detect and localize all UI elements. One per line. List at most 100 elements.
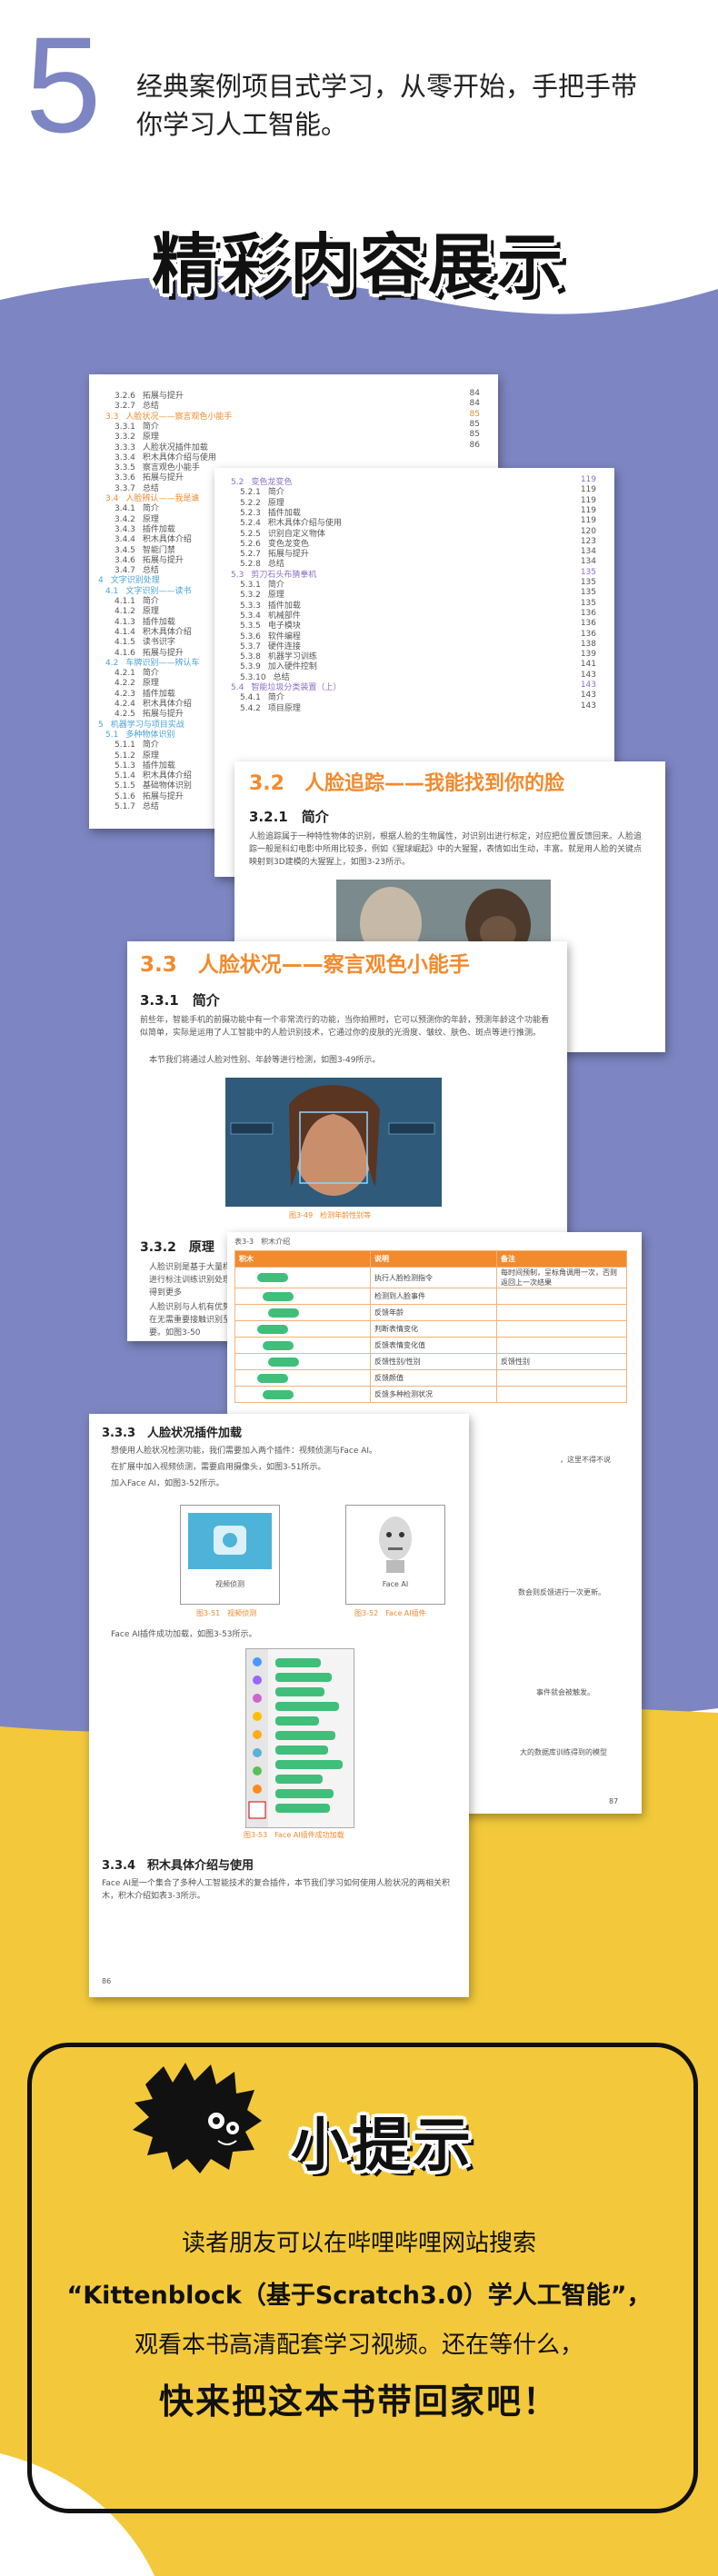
toc-page: 123 xyxy=(580,536,596,546)
block-cell xyxy=(234,1353,371,1370)
note-cell xyxy=(496,1386,627,1403)
block-cell xyxy=(234,1337,371,1354)
table-title: 表3-3 积木介绍 xyxy=(234,1238,291,1246)
toc-page: 119 xyxy=(580,495,596,505)
right-text-4: 大的数据库训练得到的模型 xyxy=(520,1748,607,1756)
header-text-line2: 你学习人工智能。 xyxy=(136,109,348,140)
tip-line-1: 读者朋友可以在哔哩哔哩网站搜索 xyxy=(181,2230,536,2257)
toc-page: 135 xyxy=(580,588,596,598)
table-row: 反馈性别/性别 反馈性别 xyxy=(234,1353,627,1370)
subsection-heading-cut: 3.3.2 原理 xyxy=(140,1240,214,1255)
toc-page: 134 xyxy=(580,547,596,557)
description-cell: 检测到人脸事件 xyxy=(370,1288,497,1305)
page-number: 86 xyxy=(102,1977,112,1985)
note-cell xyxy=(496,1369,627,1387)
description-cell: 判断表情变化 xyxy=(370,1320,497,1338)
block-cell xyxy=(234,1386,371,1403)
figure-caption-3: 图3-53 Face AI插件成功加载 xyxy=(244,1831,344,1839)
toc-page: 85 xyxy=(469,419,480,429)
section-heading: 3.2 人脸追踪——我能找到你的脸 xyxy=(249,772,564,795)
toc-row: 5.4.2 项目原理 143 xyxy=(240,701,596,713)
green-block-icon xyxy=(257,1273,288,1282)
paragraph-3: 加入Face AI，如图3-52所示。 xyxy=(111,1479,224,1488)
video-sensing-card[interactable]: 视频侦测 xyxy=(180,1505,280,1605)
toc-page: 135 xyxy=(580,567,596,577)
face-detection-photo xyxy=(225,1078,442,1207)
intro-paragraph: 人脸追踪属于一种特性物体的识别，根据人脸的生物属性，对识别出进行标定，对应把位置… xyxy=(249,832,643,867)
table-row: 反馈年龄 xyxy=(234,1304,627,1321)
figure-caption: 图3-49 检测年龄性别等 xyxy=(289,1211,372,1219)
toc-title: 总结 xyxy=(142,802,159,811)
green-block-icon xyxy=(263,1340,294,1350)
table-header-desc: 说明 xyxy=(370,1250,497,1268)
page-number: 87 xyxy=(609,1797,619,1805)
table-row: 执行人脸检测指令 每时间预制，呈标角调用一次，否则返回上一次结果 xyxy=(234,1267,627,1288)
block-introduction-table: 积木 说明 备注 执行人脸检测指令 每时间预制，呈标角调用一次，否则返回上一次结果… xyxy=(234,1250,627,1403)
toc-page: 85 xyxy=(469,409,480,419)
subsection-heading: 3.3.1 简介 xyxy=(140,992,220,1009)
plugin-loaded-screenshot xyxy=(245,1648,354,1828)
block-palette-illustration xyxy=(246,1649,343,1827)
toc-page: 143 xyxy=(580,670,596,680)
robot-face-icon xyxy=(379,1517,412,1573)
green-block-icon xyxy=(257,1324,288,1334)
toc-page: 141 xyxy=(580,660,596,670)
note-cell: 反馈性别 xyxy=(496,1353,627,1370)
table-header-block: 积木 xyxy=(234,1250,371,1268)
description-cell: 执行人脸检测指令 xyxy=(370,1267,497,1288)
toc-page: 138 xyxy=(580,639,596,649)
toc-title: 项目原理 xyxy=(267,703,301,713)
face-ai-card[interactable]: Face AI xyxy=(345,1505,445,1605)
video-sensing-icon xyxy=(188,1513,272,1569)
toc-page: 134 xyxy=(580,557,596,567)
toc-page: 143 xyxy=(580,681,596,690)
tip-line-2: “Kittenblock（基于Scratch3.0）学人工智能”， xyxy=(66,2282,652,2310)
toc-page: 136 xyxy=(580,629,596,639)
toc-page: 119 xyxy=(580,475,596,484)
note-cell xyxy=(496,1288,627,1305)
toc-number: 5 xyxy=(98,720,104,730)
toc-page: 86 xyxy=(469,440,480,450)
showcase-title: 精彩内容展示 xyxy=(151,226,566,303)
figure-caption-1: 图3-51 视频侦测 xyxy=(196,1609,257,1617)
green-block-icon xyxy=(268,1357,299,1367)
paragraph-4: Face AI插件成功加载，如图3-53所示。 xyxy=(111,1630,257,1639)
table-row: 反馈表情变化值 xyxy=(234,1337,627,1354)
toc-page: 135 xyxy=(580,598,596,608)
toc-number: 5.1.7 xyxy=(115,802,135,811)
tip-line-4: 快来把这本书带回家吧！ xyxy=(158,2382,559,2422)
subsection-heading-2: 3.3.4 积木具体介绍与使用 xyxy=(102,1859,254,1873)
block-cell xyxy=(234,1369,371,1387)
subsection-heading: 3.2.1 简介 xyxy=(249,809,329,825)
header-number: 5 xyxy=(25,8,102,161)
toc-page: 143 xyxy=(580,701,596,711)
toc-page: 85 xyxy=(469,430,480,440)
tip-title: 小提示 xyxy=(291,2113,474,2180)
table-row: 检测到人脸事件 xyxy=(234,1288,627,1305)
toc-page: 119 xyxy=(580,505,596,515)
green-block-icon xyxy=(263,1389,294,1399)
right-text-2: 数会则反馈进行一次更新。 xyxy=(518,1588,605,1596)
toc-page: 135 xyxy=(580,578,596,587)
toc-number: 5.4.2 xyxy=(240,703,261,713)
face-card-label: Face AI xyxy=(382,1580,409,1588)
description-cell: 反馈年龄 xyxy=(370,1304,497,1321)
description-cell: 反馈表情变化值 xyxy=(370,1337,497,1354)
green-block-icon xyxy=(268,1308,299,1318)
video-card-label: 视频侦测 xyxy=(215,1580,244,1588)
black-fuzzy-mascot-icon xyxy=(133,2063,262,2173)
toc-page: 136 xyxy=(580,619,596,629)
cut-paragraph-1: 人脸识别是基于大量样本进行标注训练识别处理，得到更多 xyxy=(149,1263,240,1298)
toc-number: 4 xyxy=(98,576,104,586)
table-header-note: 备注 xyxy=(496,1250,627,1268)
toc-page: 119 xyxy=(580,485,596,495)
paragraph-1: 想使用人脸状况检测功能，我们需要加入两个插件：视频侦测与Face AI。 xyxy=(111,1447,378,1456)
green-block-icon xyxy=(257,1373,288,1383)
toc-page: 120 xyxy=(580,526,596,536)
right-text-1: ，这里不得不说 xyxy=(560,1456,611,1464)
figure-caption-2: 图3-52 Face AI插件 xyxy=(354,1609,426,1617)
table-row: 反馈颜值 xyxy=(234,1369,627,1387)
toc-page: 84 xyxy=(469,399,480,409)
book-page-86: 3.3.3 人脸状况插件加载 想使用人脸状况检测功能，我们需要加入两个插件：视频… xyxy=(89,1414,469,1997)
toc-page: 119 xyxy=(580,516,596,526)
